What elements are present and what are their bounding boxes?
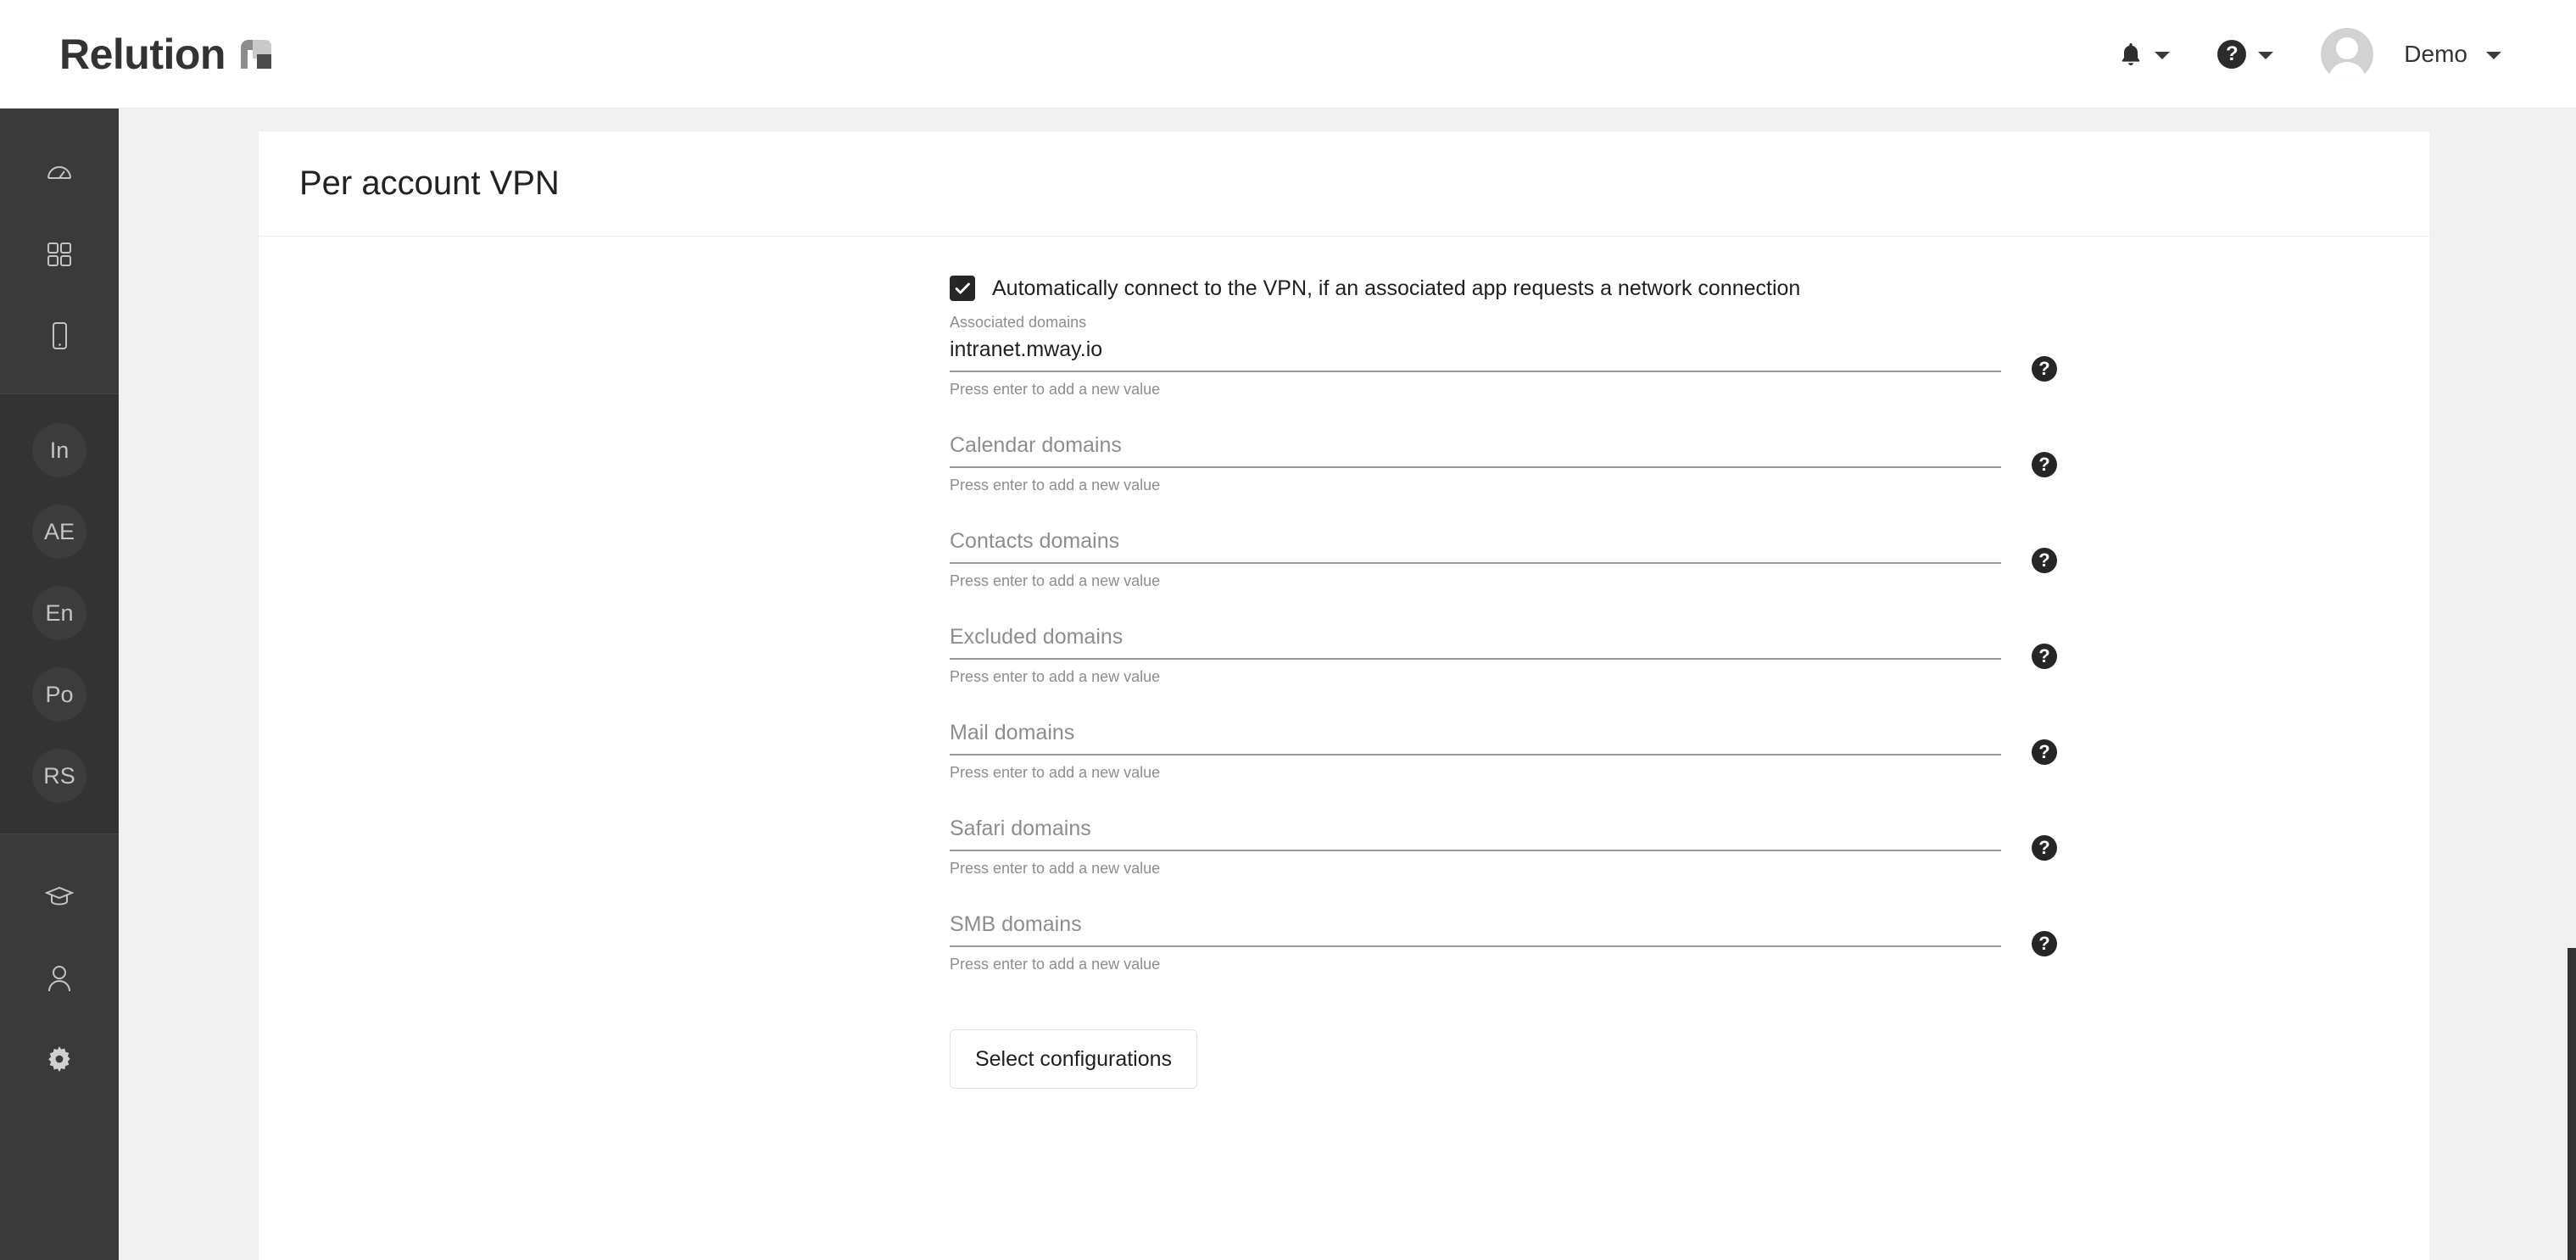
user-menu[interactable]: Demo <box>2297 27 2525 81</box>
bell-icon <box>2119 42 2143 67</box>
sidebar-item-users[interactable] <box>19 938 100 1019</box>
field-hint: Press enter to add a new value <box>950 764 1161 781</box>
brand-logo[interactable]: Relution <box>59 30 271 79</box>
field-smb-domains: SMB domains Press enter to add a new val… <box>950 912 2057 973</box>
field-underline <box>950 850 2001 851</box>
field-underline <box>950 658 2001 660</box>
question-circle-icon: ? <box>2217 39 2247 69</box>
field-underline <box>950 466 2001 468</box>
sidebar-item-label: En <box>32 586 86 640</box>
brand-name: Relution <box>59 30 226 78</box>
user-name: Demo <box>2404 40 2467 67</box>
user-icon <box>32 951 86 1006</box>
select-configurations-button[interactable]: Select configurations <box>950 1029 1197 1089</box>
help-circle-icon[interactable]: ? <box>2032 548 2057 573</box>
sidebar-item-academy[interactable] <box>19 856 100 938</box>
auto-connect-checkbox[interactable] <box>950 276 975 301</box>
sidebar-item-dashboard[interactable] <box>19 132 100 214</box>
field-label: Associated domains <box>950 314 1087 331</box>
field-excluded-domains: Excluded domains Press enter to add a ne… <box>950 624 2057 686</box>
help-circle-icon[interactable]: ? <box>2032 739 2057 765</box>
sidebar: In AE En Po RS <box>0 109 119 1260</box>
sidebar-item-rs[interactable]: RS <box>19 735 100 817</box>
field-underline <box>950 371 2001 372</box>
auto-connect-row[interactable]: Automatically connect to the VPN, if an … <box>950 276 2039 301</box>
chevron-down-icon <box>2258 51 2274 59</box>
chevron-down-icon <box>2486 51 2501 59</box>
sidebar-section-secondary <box>0 834 119 1101</box>
sidebar-section-primary <box>0 109 119 393</box>
field-hint: Press enter to add a new value <box>950 860 1161 877</box>
sidebar-item-in[interactable]: In <box>19 410 100 491</box>
sidebar-item-ae[interactable]: AE <box>19 491 100 572</box>
field-value[interactable]: intranet.mway.io <box>950 337 2001 364</box>
field-hint: Press enter to add a new value <box>950 477 1161 493</box>
field-placeholder[interactable]: Contacts domains <box>950 528 2001 555</box>
field-mail-domains: Mail domains Press enter to add a new va… <box>950 720 2057 782</box>
field-underline <box>950 945 2001 947</box>
sidebar-item-label: In <box>32 423 86 477</box>
sidebar-item-label: RS <box>32 749 86 803</box>
sidebar-item-label: AE <box>32 505 86 559</box>
page-title: Per account VPN <box>299 164 560 202</box>
help-circle-icon[interactable]: ? <box>2032 452 2057 477</box>
field-placeholder[interactable]: Excluded domains <box>950 624 2001 651</box>
auto-connect-label: Automatically connect to the VPN, if an … <box>992 276 1801 300</box>
sidebar-item-en[interactable]: En <box>19 572 100 654</box>
scrollbar-thumb[interactable] <box>2568 948 2576 1260</box>
main-card: Per account VPN Automatically connect to… <box>259 131 2429 1260</box>
form-column: Automatically connect to the VPN, if an … <box>950 276 2057 1089</box>
form-area: Automatically connect to the VPN, if an … <box>259 237 2429 1089</box>
field-underline <box>950 754 2001 755</box>
help-circle-icon[interactable]: ? <box>2032 835 2057 861</box>
device-mobile-icon <box>32 309 86 363</box>
sidebar-item-label: Po <box>32 667 86 722</box>
sidebar-item-po[interactable]: Po <box>19 654 100 735</box>
help-circle-icon[interactable]: ? <box>2032 356 2057 382</box>
field-contacts-domains: Contacts domains Press enter to add a ne… <box>950 528 2057 590</box>
avatar <box>2321 27 2374 81</box>
header-actions: ? Demo <box>2095 27 2525 81</box>
sidebar-item-devices[interactable] <box>19 295 100 376</box>
field-placeholder[interactable]: SMB domains <box>950 912 2001 939</box>
chevron-down-icon <box>2155 51 2171 59</box>
field-placeholder[interactable]: Mail domains <box>950 720 2001 747</box>
field-hint: Press enter to add a new value <box>950 381 1161 398</box>
field-hint: Press enter to add a new value <box>950 956 1161 973</box>
sidebar-section-organizations: In AE En Po RS <box>0 393 119 834</box>
field-placeholder[interactable]: Safari domains <box>950 816 2001 843</box>
field-placeholder[interactable]: Calendar domains <box>950 432 2001 460</box>
help-menu[interactable]: ? <box>2194 39 2297 69</box>
field-associated-domains: Associated domains intranet.mway.io Pres… <box>950 314 2057 399</box>
dashboard-gauge-icon <box>32 146 86 200</box>
field-calendar-domains: Calendar domains Press enter to add a ne… <box>950 432 2057 494</box>
field-safari-domains: Safari domains Press enter to add a new … <box>950 816 2057 878</box>
graduation-cap-icon <box>32 870 86 924</box>
field-hint: Press enter to add a new value <box>950 572 1161 589</box>
relution-logo-mark-icon <box>240 39 271 69</box>
gear-icon <box>32 1033 86 1087</box>
sidebar-item-apps[interactable] <box>19 214 100 295</box>
app-header: Relution ? Demo <box>0 0 2576 109</box>
notifications-menu[interactable] <box>2095 42 2194 67</box>
apps-grid-icon <box>32 227 86 282</box>
field-underline <box>950 562 2001 564</box>
help-circle-icon[interactable]: ? <box>2032 644 2057 669</box>
sidebar-item-settings[interactable] <box>19 1019 100 1101</box>
card-header: Per account VPN <box>259 131 2429 237</box>
help-circle-icon[interactable]: ? <box>2032 931 2057 956</box>
field-hint: Press enter to add a new value <box>950 668 1161 685</box>
